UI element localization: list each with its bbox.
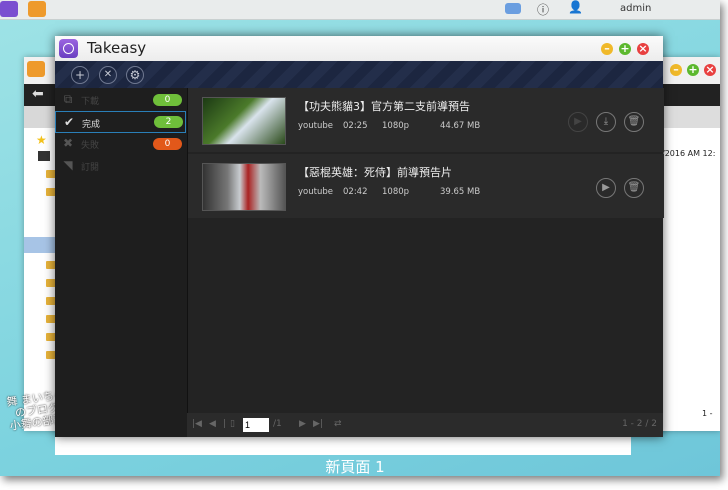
close-button[interactable]: ×: [637, 43, 649, 55]
sidebar-item-label: 訂閱: [81, 163, 100, 173]
delete-button[interactable]: 🗑: [624, 178, 644, 198]
info-icon[interactable]: ⓘ: [537, 1, 549, 18]
toolbar: + ✕ ⚙: [55, 61, 663, 88]
pagination-bar: |◀ ◀ | ▯ /1 ▶ ▶| ⇄ 1 - 2 / 2: [187, 413, 663, 437]
download-icon: ⧉: [63, 92, 73, 106]
rss-icon: ◥: [63, 158, 73, 172]
first-page-icon[interactable]: |◀: [192, 419, 202, 429]
x-icon: ✖: [62, 136, 74, 150]
video-source: youtube: [298, 121, 333, 131]
sidebar-item-label: 完成: [82, 120, 101, 130]
video-thumbnail: [202, 97, 286, 145]
title-bar[interactable]: Takeasy – + ×: [55, 36, 663, 61]
video-duration: 02:42: [343, 187, 368, 197]
takeasy-window: Takeasy – + × + ✕ ⚙ ⧉ 下載 0 ✔ 完成 2 ✖ 失敗 0…: [55, 36, 664, 437]
sidebar-item-label: 下載: [81, 97, 100, 107]
video-size: 39.65 MB: [440, 187, 481, 197]
video-thumbnail: [202, 163, 286, 211]
window-title: Takeasy: [87, 39, 147, 57]
last-page-icon[interactable]: ▶|: [313, 419, 323, 429]
background-window: – + × /2016 AM 12: 1 -: [660, 57, 720, 431]
sidebar-item-failed[interactable]: ✖ 失敗 0: [55, 133, 186, 155]
video-quality: 1080p: [382, 187, 410, 197]
minimize-button[interactable]: –: [601, 43, 613, 55]
sidebar-item-completed[interactable]: ✔ 完成 2: [55, 111, 186, 133]
page-input[interactable]: [243, 418, 269, 432]
item-range: 1 - 2 / 2: [622, 419, 657, 429]
desktop: ⓘ 👤 admin ⬅ ★ – + × /2016 AM 12: 1 - 新頁面…: [0, 0, 720, 476]
play-button[interactable]: ▶: [596, 178, 616, 198]
takeasy-taskbar-icon[interactable]: [0, 1, 18, 17]
date-cell: /2016 AM 12:: [662, 149, 716, 158]
user-icon[interactable]: 👤: [568, 0, 583, 14]
separator: |: [223, 419, 227, 429]
nas-icon: [38, 151, 50, 161]
count-badge: 2: [154, 116, 183, 128]
video-size: 44.67 MB: [440, 121, 481, 131]
page-total: /1: [273, 419, 282, 429]
video-duration: 02:25: [343, 121, 368, 131]
sidebar: ⧉ 下載 0 ✔ 完成 2 ✖ 失敗 0 ◥ 訂閱: [55, 88, 187, 437]
page-icon: ▯: [230, 419, 235, 429]
remove-button[interactable]: ✕: [99, 66, 117, 84]
play-button[interactable]: ▶: [568, 112, 588, 132]
video-list: 【功夫熊貓3】官方第二支前導預告 youtube 02:25 1080p 44.…: [187, 88, 664, 413]
count-badge: 0: [153, 94, 182, 106]
page-label[interactable]: 新頁面 1: [300, 456, 410, 476]
takeasy-app-icon: [59, 39, 78, 58]
refresh-icon[interactable]: ⇄: [334, 419, 342, 429]
count-badge: 0: [153, 138, 182, 150]
sidebar-item-label: 失敗: [81, 141, 100, 151]
next-page-icon[interactable]: ▶: [299, 419, 306, 429]
file-station-icon: [27, 61, 45, 77]
list-item[interactable]: 【功夫熊貓3】官方第二支前導預告 youtube 02:25 1080p 44.…: [188, 88, 664, 152]
back-arrow-icon[interactable]: ⬅: [32, 86, 44, 102]
video-quality: 1080p: [382, 121, 410, 131]
file-station-taskbar-icon[interactable]: [28, 1, 46, 17]
video-title: 【功夫熊貓3】官方第二支前導預告: [298, 100, 470, 113]
prev-page-icon[interactable]: ◀: [209, 419, 216, 429]
settings-button[interactable]: ⚙: [126, 66, 144, 84]
video-title: 【惡棍英雄：死侍】前導預告片: [298, 166, 452, 179]
top-bar: ⓘ 👤 admin: [0, 0, 720, 20]
star-icon: ★: [36, 133, 47, 147]
sidebar-item-subscriptions[interactable]: ◥ 訂閱: [55, 155, 186, 177]
add-button[interactable]: +: [71, 66, 89, 84]
range-cell: 1 -: [702, 409, 713, 418]
delete-button[interactable]: 🗑: [624, 112, 644, 132]
list-item[interactable]: 【惡棍英雄：死侍】前導預告片 youtube 02:42 1080p 39.65…: [188, 154, 664, 218]
check-icon: ✔: [63, 115, 75, 129]
video-source: youtube: [298, 187, 333, 197]
download-button[interactable]: ⤓: [596, 112, 616, 132]
maximize-button[interactable]: +: [619, 43, 631, 55]
username[interactable]: admin: [620, 3, 651, 14]
sidebar-item-download[interactable]: ⧉ 下載 0: [55, 89, 186, 111]
monitor-icon[interactable]: [505, 3, 521, 14]
